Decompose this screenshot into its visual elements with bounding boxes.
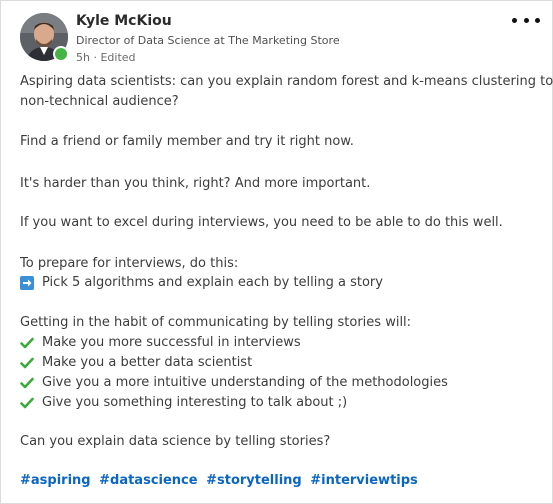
post-paragraph: Aspiring data scientists: can you explai… bbox=[20, 74, 553, 89]
hashtag-link[interactable]: #datascience bbox=[99, 473, 197, 488]
list-item: Pick 5 algorithms and explain each by te… bbox=[20, 273, 383, 293]
post-timestamp: 5h · Edited bbox=[76, 51, 136, 64]
presence-indicator bbox=[53, 46, 69, 62]
post-paragraph: Find a friend or family member and try i… bbox=[20, 134, 354, 149]
more-options-button[interactable] bbox=[512, 13, 540, 27]
post-paragraph: It's harder than you think, right? And m… bbox=[20, 176, 371, 191]
check-icon bbox=[20, 377, 34, 389]
list-item-text: Give you something interesting to talk a… bbox=[42, 395, 348, 410]
list-item-text: Make you more successful in interviews bbox=[42, 335, 301, 350]
author-headline: Director of Data Science at The Marketin… bbox=[76, 34, 340, 47]
list-item: Give you something interesting to talk a… bbox=[20, 393, 347, 413]
avatar[interactable] bbox=[20, 13, 69, 62]
ellipsis-icon bbox=[523, 17, 529, 23]
hashtag-link[interactable]: #interviewtips bbox=[310, 473, 418, 488]
list-item: Make you a better data scientist bbox=[20, 353, 252, 373]
hashtag-link[interactable]: #aspiring bbox=[20, 473, 91, 488]
list-item-text: Make you a better data scientist bbox=[42, 355, 253, 370]
list-item-text: Pick 5 algorithms and explain each by te… bbox=[42, 275, 383, 290]
author-name[interactable]: Kyle McKiou bbox=[76, 13, 172, 29]
post-paragraph: To prepare for interviews, do this: bbox=[20, 256, 239, 271]
post-card: Kyle McKiou Director of Data Science at … bbox=[0, 0, 553, 504]
right-arrow-icon bbox=[20, 276, 34, 290]
check-icon bbox=[20, 337, 34, 349]
ellipsis-icon bbox=[512, 17, 517, 23]
post-paragraph: If you want to excel during interviews, … bbox=[20, 215, 503, 230]
check-icon bbox=[20, 397, 34, 409]
post-paragraph: Getting in the habit of communicating by… bbox=[20, 315, 412, 330]
post-paragraph: non-technical audience? bbox=[20, 94, 179, 109]
list-item: Make you more successful in interviews bbox=[20, 333, 301, 353]
check-icon bbox=[20, 357, 34, 369]
post-paragraph: Can you explain data science by telling … bbox=[20, 434, 331, 449]
list-item: Give you a more intuitive understanding … bbox=[20, 373, 448, 393]
ellipsis-icon bbox=[535, 17, 540, 23]
hashtag-list: #aspiring #datascience #storytelling #in… bbox=[20, 473, 422, 488]
hashtag-link[interactable]: #storytelling bbox=[206, 473, 302, 488]
list-item-text: Give you a more intuitive understanding … bbox=[42, 375, 448, 390]
